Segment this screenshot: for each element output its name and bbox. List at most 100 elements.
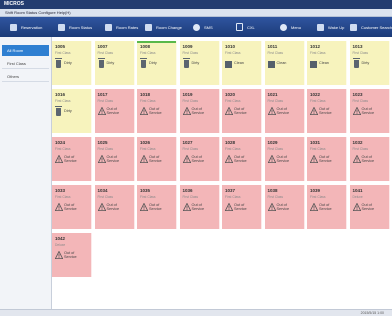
room-tile-1039[interactable]: 1039 First Class Out of Service — [307, 185, 347, 229]
room-status: Out of Service — [64, 203, 77, 212]
toolbar-button-customer-search[interactable]: Customer Search — [350, 21, 392, 33]
room-type: First Class — [55, 99, 71, 103]
sidebar-item-others[interactable]: Others — [2, 71, 49, 82]
reservation-icon — [10, 23, 17, 31]
toolbar-button-room-status[interactable]: Room Status — [58, 21, 92, 33]
room-tile-1011[interactable]: 1011 First Class Clean — [264, 41, 305, 85]
room-tile-1019[interactable]: 1019 First Class Out of Service — [179, 89, 220, 133]
room-tile-1036[interactable]: 1036 First Class Out of Service — [179, 185, 220, 229]
room-type: First Class — [225, 51, 241, 55]
room-status: Out of Service — [149, 155, 162, 164]
clean-icon — [310, 59, 318, 69]
room-type: First Class — [310, 99, 326, 103]
room-tile-1034[interactable]: 1034 First Class Out of Service — [94, 185, 135, 229]
room-type: First Class — [55, 147, 71, 151]
toolbar: Reservation Room Status Room Rates Room Cha… — [0, 17, 392, 37]
room-type: First Class — [182, 51, 199, 55]
room-number: 1025 — [97, 140, 108, 145]
room-tile-1033[interactable]: 1033 First Class Out of Service — [52, 185, 92, 229]
room-tile-1020[interactable]: 1020 First Class Out of Service — [222, 89, 262, 133]
room-number: 1009 — [182, 44, 193, 49]
room-tile-1038[interactable]: 1038 First Class Out of Service — [264, 185, 305, 229]
menu-text[interactable]: Shift Room Status Configure Help(H) — [5, 10, 71, 15]
room-status: Dirty — [149, 61, 157, 65]
room-rates-icon — [105, 23, 112, 31]
room-number: 1020 — [225, 92, 236, 97]
room-tile-1024[interactable]: 1024 First Class Out of Service — [52, 137, 92, 181]
room-tile-1029[interactable]: 1029 First Class Out of Service — [264, 137, 305, 181]
toolbar-label: Wake Up — [328, 24, 345, 30]
room-type: First Class — [267, 51, 284, 55]
room-number: 1038 — [267, 188, 278, 193]
room-number: 1021 — [267, 92, 278, 97]
room-tile-1026[interactable]: 1026 First Class Out of Service — [137, 137, 177, 181]
menu-bar[interactable]: Shift Room Status Configure Help(H) — [0, 9, 392, 17]
room-status: Dirty — [191, 61, 200, 65]
toolbar-button-menu[interactable]: Menu — [280, 21, 301, 33]
room-number: 1026 — [140, 140, 151, 145]
room-tile-1021[interactable]: 1021 First Class Out of Service — [264, 89, 305, 133]
room-status: Out of Service — [276, 203, 290, 212]
status-text: 2015/5/15 1:00 — [360, 311, 384, 315]
warning-icon — [182, 154, 191, 165]
room-tile-1013[interactable]: 1013 First Class Dirty — [349, 41, 390, 85]
room-number: 1017 — [97, 92, 108, 97]
toolbar-button-room-rates[interactable]: Room Rates — [105, 21, 138, 33]
warning-icon — [267, 154, 276, 165]
room-tile-1007[interactable]: 1007 First Class Dirty — [94, 41, 135, 85]
room-number: 1031 — [310, 140, 321, 145]
room-number: 1010 — [225, 44, 236, 49]
room-tile-1027[interactable]: 1027 First Class Out of Service — [179, 137, 220, 181]
room-tile-1018[interactable]: 1018 First Class Out of Service — [137, 89, 177, 133]
room-number: 1018 — [140, 92, 151, 97]
room-tile-1035[interactable]: 1035 First Class Out of Service — [137, 185, 177, 229]
room-type: First Class — [55, 51, 71, 55]
room-type: Deluxe — [352, 195, 363, 199]
warning-icon — [352, 154, 361, 165]
room-tile-1031[interactable]: 1031 First Class Out of Service — [307, 137, 347, 181]
room-tile-1008[interactable]: 1008 First Class Dirty — [137, 41, 177, 85]
toolbar-button-cxl[interactable]: CXL — [236, 21, 255, 33]
toolbar-button-room-change[interactable]: Room Change — [145, 21, 182, 33]
room-tile-1009[interactable]: 1009 First Class Dirty — [179, 41, 220, 85]
room-status: Out of Service — [149, 107, 162, 116]
room-tile-1032[interactable]: 1032 First Class Out of Service — [349, 137, 390, 181]
sidebar-item-first-class[interactable]: First Class — [2, 58, 49, 69]
room-tile-1037[interactable]: 1037 First Class Out of Service — [222, 185, 262, 229]
room-status: Clean — [319, 61, 329, 65]
warning-icon — [352, 106, 361, 117]
room-status: Out of Service — [319, 107, 332, 116]
room-tile-1023[interactable]: 1023 First Class Out of Service — [349, 89, 390, 133]
room-type: First Class — [55, 195, 71, 199]
room-tile-1022[interactable]: 1022 First Class Out of Service — [307, 89, 347, 133]
room-number: 1024 — [55, 140, 66, 145]
sidebar-item-all-room[interactable]: All Room — [2, 45, 49, 56]
room-tile-1042[interactable]: 1042 Deluxe Out of Service — [52, 233, 92, 277]
toolbar-button-sms[interactable]: SMS — [193, 21, 213, 33]
trash-icon — [55, 106, 63, 117]
room-type: Deluxe — [55, 243, 66, 247]
room-tile-1012[interactable]: 1012 First Class Clean — [307, 41, 347, 85]
room-tile-1041[interactable]: 1041 Deluxe Out of Service — [349, 185, 390, 229]
room-tile-1028[interactable]: 1028 First Class Out of Service — [222, 137, 262, 181]
room-status: Dirty — [361, 61, 370, 65]
toolbar-button-reservation[interactable]: Reservation — [10, 21, 42, 33]
toolbar-button-wake-up[interactable]: Wake Up — [317, 21, 344, 33]
customer-search-icon — [350, 23, 357, 31]
trash-icon — [55, 58, 63, 69]
warning-icon — [97, 154, 106, 165]
room-tile-1025[interactable]: 1025 First Class Out of Service — [94, 137, 135, 181]
room-tile-1010[interactable]: 1010 First Class Clean — [222, 41, 262, 85]
room-type: First Class — [140, 147, 156, 151]
toolbar-label: Menu — [291, 24, 302, 30]
room-type: First Class — [140, 99, 156, 103]
room-type: First Class — [225, 99, 241, 103]
room-type: First Class — [182, 147, 199, 151]
room-number: 1022 — [310, 92, 321, 97]
room-tile-1017[interactable]: 1017 First Class Out of Service — [94, 89, 135, 133]
toolbar-label: CXL — [247, 24, 255, 30]
room-status: Out of Service — [234, 107, 247, 116]
room-tile-1005[interactable]: 1005 First Class Dirty — [52, 41, 92, 85]
room-number: 1033 — [55, 188, 66, 193]
room-tile-1016[interactable]: 1016 First Class Dirty — [52, 89, 92, 133]
